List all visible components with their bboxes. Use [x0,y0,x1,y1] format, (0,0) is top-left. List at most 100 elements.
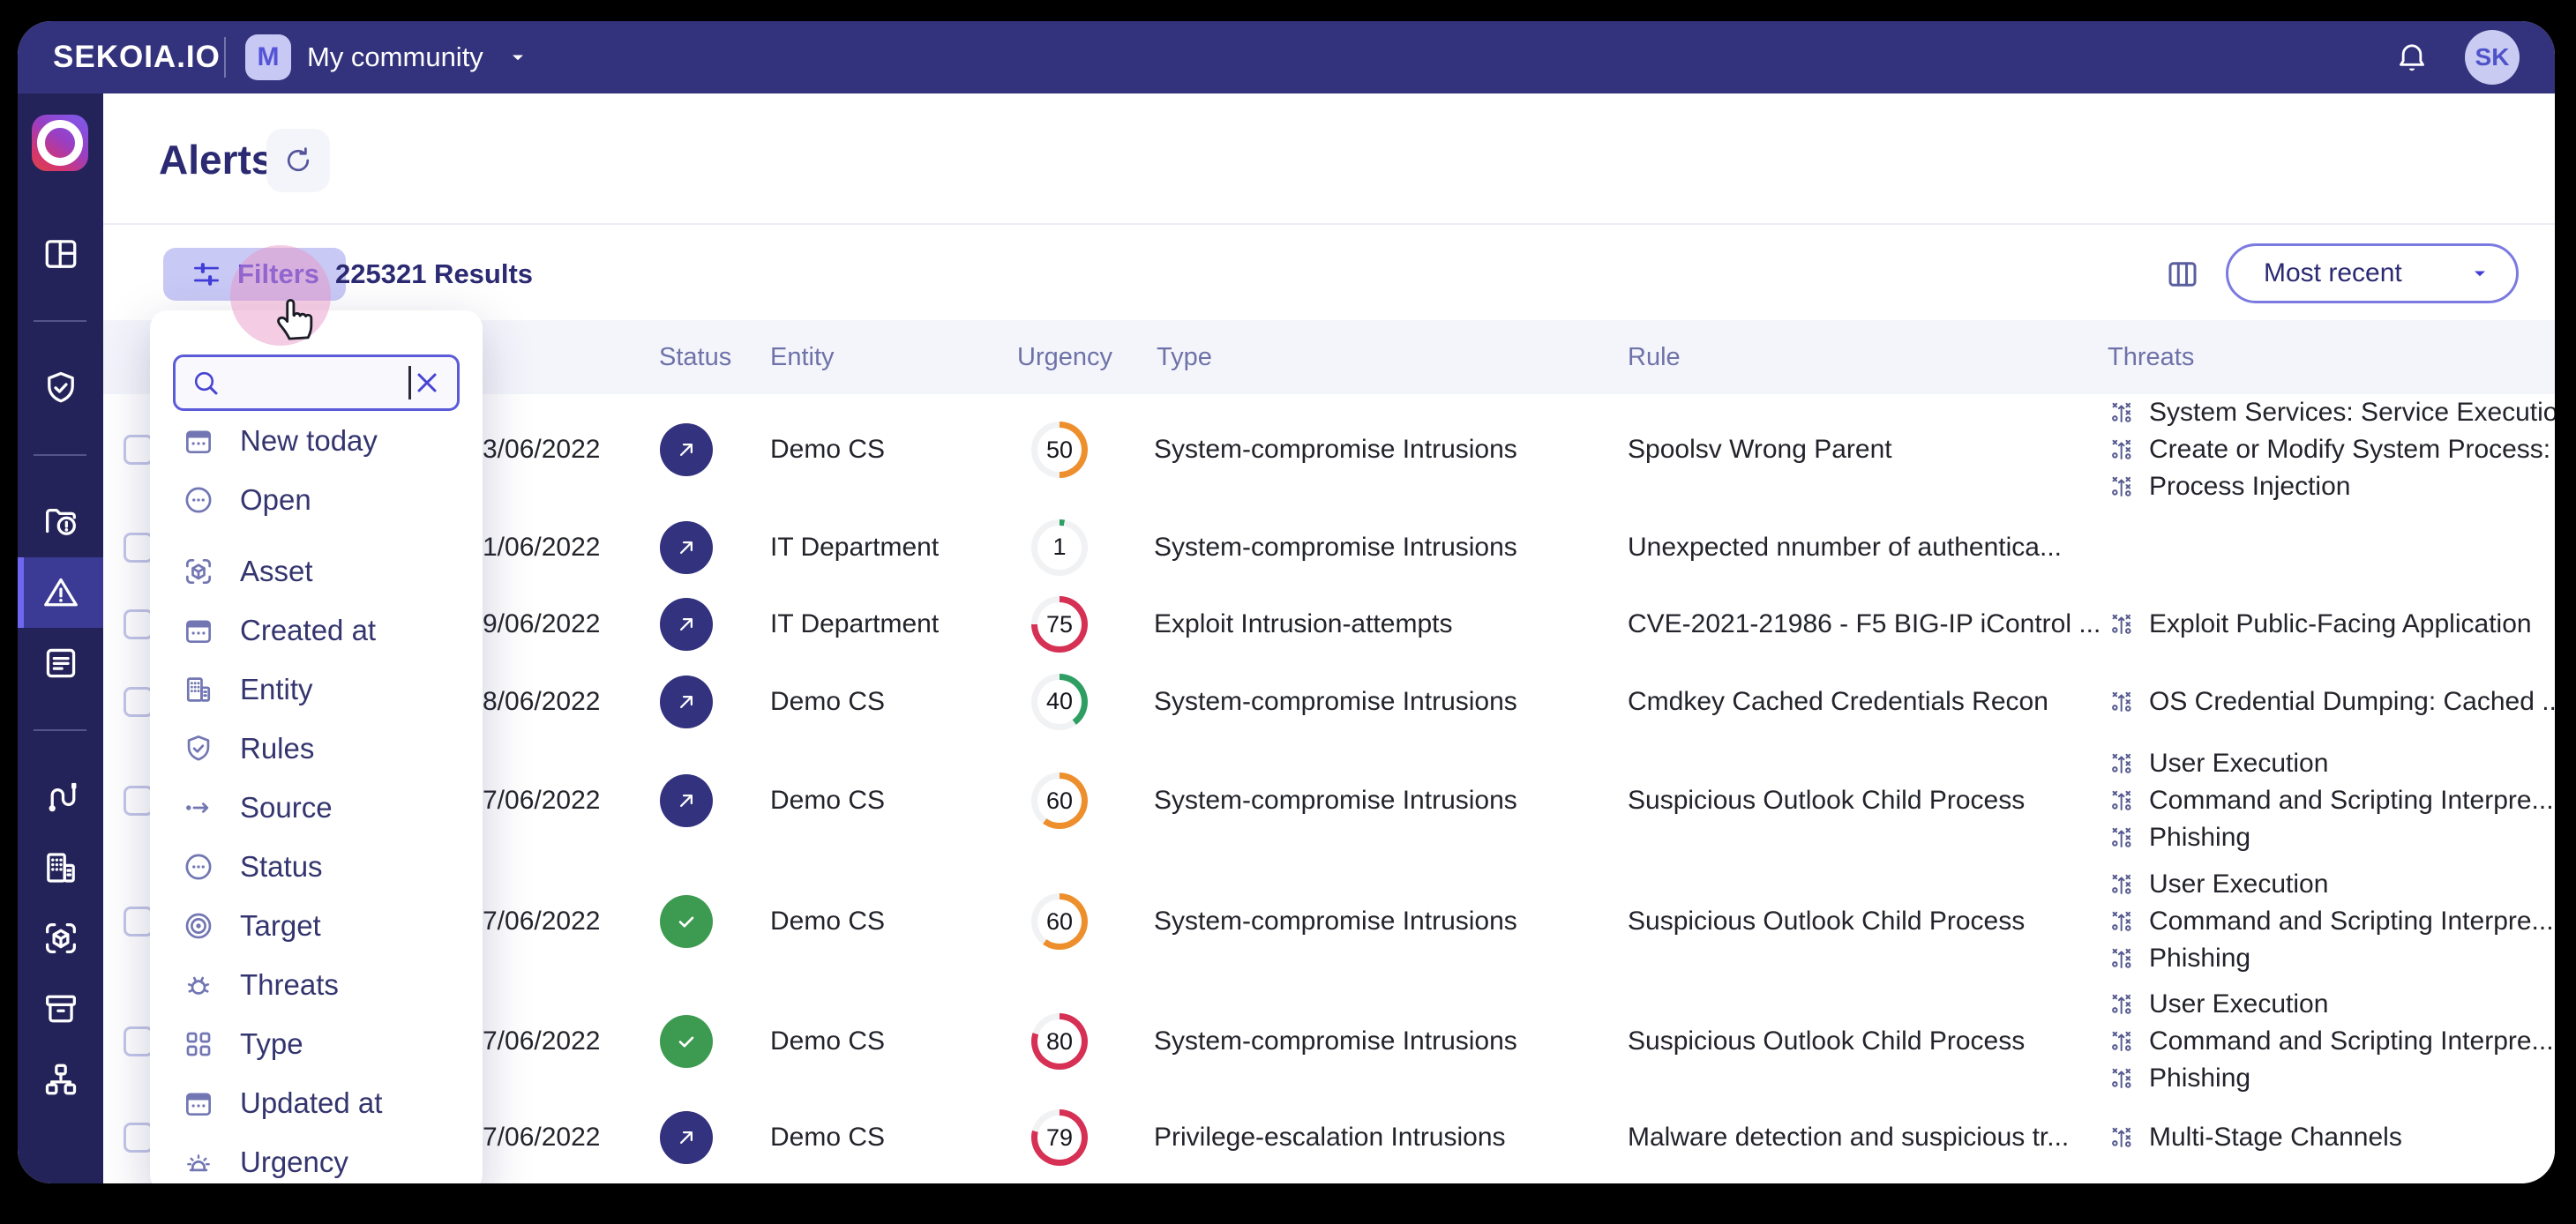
filters-button[interactable]: Filters [163,248,346,301]
sidebar-item-entities[interactable] [18,832,103,903]
sidebar-item-investigate[interactable] [18,487,103,557]
cell-entity: IT Department [770,609,939,639]
filter-option-open[interactable]: Open [150,470,483,529]
calendar-icon [182,1086,215,1120]
column-header-status[interactable]: Status [659,320,731,394]
filter-option-label: Entity [240,673,313,706]
cell-type: System-compromise Intrusions [1154,907,1517,937]
filter-option-urgency[interactable]: Urgency [150,1132,483,1183]
cell-rule: Malware detection and suspicious tr... [1628,1123,2069,1153]
refresh-icon [281,144,315,177]
row-checkbox[interactable] [124,1026,154,1056]
clear-search-icon[interactable] [411,367,443,399]
filters-dropdown: New todayOpenAssetCreated atEntityRulesS… [150,310,483,1183]
row-checkbox[interactable] [124,1123,154,1153]
filter-option-rules[interactable]: Rules [150,719,483,778]
threat-item: Create or Modify System Process: ... [2108,435,2555,465]
row-checkbox[interactable] [124,786,154,816]
cell-type: System-compromise Intrusions [1154,687,1517,717]
attack-pattern-icon [2108,399,2137,427]
sidebar-divider [34,729,86,731]
filter-option-target[interactable]: Target [150,896,483,955]
filter-option-source[interactable]: Source [150,778,483,837]
column-header-threats[interactable]: Threats [2108,320,2194,394]
sort-value: Most recent [2264,258,2402,288]
box-scan-icon [182,555,215,588]
row-checkbox[interactable] [124,907,154,937]
sidebar-item-events[interactable] [18,628,103,698]
attack-pattern-icon [2108,1064,2137,1093]
filter-option-label: Threats [240,968,339,1002]
source-arrow-icon [182,791,215,825]
sidebar-item-alerts[interactable] [18,557,103,628]
notifications-bell-icon[interactable] [2394,40,2430,75]
bug-icon [182,968,215,1002]
sort-select[interactable]: Most recent [2226,243,2519,303]
filter-option-label: Target [240,909,321,943]
layout-icon [41,234,81,274]
filter-option-label: Updated at [240,1086,382,1120]
community-switcher[interactable]: M My community [245,21,531,93]
sidebar-item-archive[interactable] [18,974,103,1044]
sidebar-divider [34,320,86,322]
cell-rule: Unexpected nnumber of authentica... [1628,533,2062,563]
filter-option-threats[interactable]: Threats [150,955,483,1014]
filter-option-label: Status [240,850,323,884]
threat-item: Phishing [2108,1064,2554,1093]
cell-entity: Demo CS [770,1026,885,1056]
filter-option-entity[interactable]: Entity [150,660,483,719]
column-header-rule[interactable]: Rule [1628,320,1681,394]
user-avatar[interactable]: SK [2465,30,2520,85]
logo-ring-icon [37,120,83,166]
threat-item: Command and Scripting Interpre... [2108,1026,2554,1056]
sidebar-item-dashboard[interactable] [18,219,103,289]
shield-check-icon [182,732,215,765]
threat-label: Phishing [2149,944,2250,974]
threat-label: User Execution [2149,989,2328,1019]
filter-option-type[interactable]: Type [150,1014,483,1073]
column-header-type[interactable]: Type [1157,320,1212,394]
building-icon [41,847,81,888]
columns-toggle-icon[interactable] [2164,256,2201,293]
filter-option-status[interactable]: Status [150,837,483,896]
threat-label: Exploit Public-Facing Application [2149,609,2532,639]
app-logo[interactable] [32,115,88,171]
refresh-button[interactable] [266,129,330,192]
cell-type: Privilege-escalation Intrusions [1154,1123,1506,1153]
threat-label: System Services: Service Execution [2149,398,2555,428]
threat-label: OS Credential Dumping: Cached ... [2149,687,2555,717]
threat-item: OS Credential Dumping: Cached ... [2108,687,2555,717]
row-checkbox[interactable] [124,687,154,717]
column-header-urgency[interactable]: Urgency [1017,320,1112,394]
attack-pattern-icon [2108,1027,2137,1056]
threat-item: Phishing [2108,823,2554,853]
attack-pattern-icon [2108,907,2137,936]
row-checkbox[interactable] [124,609,154,639]
alarm-icon [182,1146,215,1179]
sidebar-item-assets[interactable] [18,903,103,974]
filter-option-updated-at[interactable]: Updated at [150,1073,483,1132]
sliders-icon [190,257,223,291]
sidebar-item-organization[interactable] [18,1044,103,1115]
sidebar-divider [34,454,86,456]
sidebar-item-intake[interactable] [18,762,103,832]
cell-threats: User ExecutionCommand and Scripting Inte… [2108,749,2554,853]
building-icon [182,673,215,706]
filter-option-asset[interactable]: Asset [150,541,483,601]
threat-item: Phishing [2108,944,2554,974]
cable-icon [41,777,81,817]
cell-date: 7/06/2022 [483,1123,600,1153]
filter-search-input[interactable] [234,367,416,399]
row-checkbox[interactable] [124,533,154,563]
status-badge [660,774,713,827]
attack-pattern-icon [2108,750,2137,778]
cell-rule: CVE-2021-21986 - F5 BIG-IP iControl ... [1628,609,2100,639]
filter-option-new-today[interactable]: New today [150,411,483,470]
status-escalated-arrow-icon [672,534,700,562]
status-badge [660,423,713,476]
urgency-gauge: 50 [1031,422,1088,478]
column-header-entity[interactable]: Entity [770,320,835,394]
filter-option-created-at[interactable]: Created at [150,601,483,660]
row-checkbox[interactable] [124,435,154,465]
sidebar-item-protect[interactable] [18,353,103,423]
